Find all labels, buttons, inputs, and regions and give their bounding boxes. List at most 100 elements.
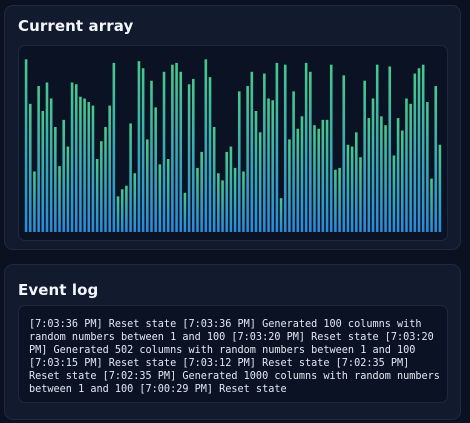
array-bar	[120, 189, 124, 232]
array-bar	[24, 59, 28, 233]
array-bar	[208, 77, 212, 232]
array-bar	[359, 157, 362, 232]
array-bar	[200, 151, 203, 232]
array-bar	[334, 169, 337, 232]
array-bar	[217, 173, 220, 232]
array-bar	[363, 80, 366, 232]
array-bar	[246, 86, 249, 232]
array-bar	[108, 105, 111, 232]
array-bar	[191, 78, 195, 232]
array-bar	[158, 164, 162, 232]
array-bar	[400, 130, 404, 232]
array-bar	[413, 73, 417, 232]
array-bar	[141, 68, 145, 233]
array-bar	[430, 178, 433, 232]
array-bar	[296, 128, 300, 232]
array-bar	[129, 123, 132, 232]
array-bar	[179, 71, 183, 232]
array-bar	[300, 116, 304, 232]
event-log-box: [7:03:36 PM] Reset state [7:03:36 PM] Ge…	[18, 305, 448, 403]
array-bar	[380, 116, 383, 232]
event-log-title: Event log	[18, 281, 99, 299]
array-bar	[329, 64, 333, 233]
array-bar	[392, 155, 396, 232]
array-bar	[187, 84, 191, 232]
array-bar	[367, 118, 371, 232]
array-bar	[421, 64, 425, 233]
array-bar	[79, 96, 82, 232]
array-bar	[95, 159, 99, 232]
array-bar	[62, 119, 65, 232]
array-bar	[28, 103, 32, 232]
array-bar	[146, 139, 149, 232]
array-bar	[37, 86, 40, 232]
array-bar	[175, 62, 178, 233]
array-bar	[49, 98, 53, 232]
array-bar	[396, 118, 400, 232]
array-bar	[426, 102, 429, 232]
array-bar	[355, 132, 358, 232]
array-bar	[405, 98, 408, 232]
array-bar	[438, 144, 442, 232]
array-bar	[288, 139, 291, 232]
array-bar	[237, 91, 241, 232]
array-bar	[150, 80, 153, 232]
array-bar	[371, 98, 375, 232]
array-bar	[263, 73, 266, 232]
array-bar	[154, 107, 157, 232]
array-bar	[279, 198, 283, 232]
array-bar	[70, 82, 74, 232]
array-bar	[250, 71, 254, 232]
array-bar	[317, 128, 320, 232]
array-bar	[133, 173, 137, 232]
array-bar	[74, 84, 78, 232]
array-bar	[229, 146, 233, 232]
array-bar	[225, 151, 229, 232]
array-bar	[375, 64, 379, 233]
array-bar	[183, 192, 187, 232]
array-bar	[283, 64, 287, 233]
array-bar	[212, 126, 216, 232]
array-bar	[304, 62, 308, 233]
array-bar	[325, 119, 329, 232]
array-bar	[33, 171, 36, 232]
array-bar	[254, 110, 258, 232]
array-bar	[100, 141, 103, 232]
array-bar	[87, 102, 91, 232]
array-bars	[24, 59, 442, 233]
array-bar	[292, 91, 295, 232]
array-bar	[45, 82, 49, 232]
array-bar	[258, 132, 262, 232]
array-bar	[275, 62, 279, 233]
array-bar	[242, 171, 245, 232]
array-bar	[91, 105, 95, 232]
array-bar	[233, 167, 237, 232]
array-bar	[66, 146, 70, 232]
array-bar	[104, 126, 107, 232]
current-array-panel: Current array	[4, 5, 461, 250]
array-bar	[350, 146, 354, 232]
array-bar	[221, 180, 224, 232]
array-bar	[342, 75, 346, 232]
array-bar	[321, 119, 325, 232]
array-bar	[83, 98, 86, 232]
array-bar	[338, 167, 341, 232]
array-bar	[434, 86, 438, 232]
array-bar	[41, 110, 45, 232]
event-log-panel: Event log [7:03:36 PM] Reset state [7:03…	[4, 264, 461, 420]
array-bar	[346, 144, 350, 232]
array-bar	[271, 100, 274, 232]
array-bar	[388, 66, 392, 233]
array-bar	[58, 166, 61, 232]
array-bar	[166, 159, 170, 232]
array-bar	[309, 71, 312, 232]
array-bar	[116, 196, 120, 232]
array-bar	[417, 68, 421, 233]
array-bar	[162, 71, 166, 232]
array-bar	[125, 185, 128, 232]
array-bar	[267, 98, 270, 232]
event-log-text: [7:03:36 PM] Reset state [7:03:36 PM] Ge…	[29, 319, 440, 395]
array-bars-container	[18, 45, 448, 241]
array-bar	[112, 62, 116, 233]
array-bar	[384, 125, 387, 232]
